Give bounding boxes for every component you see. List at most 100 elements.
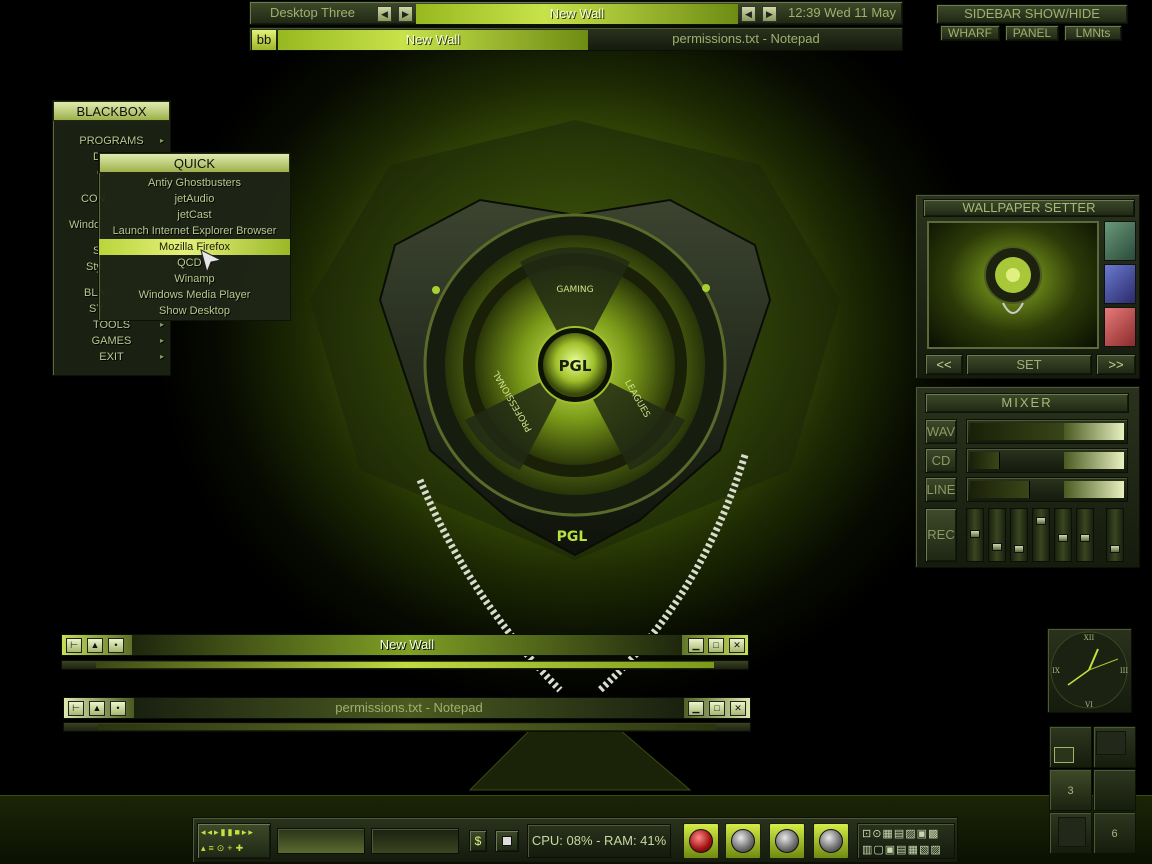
bb-button[interactable]: bb: [252, 30, 276, 50]
maximize-icon[interactable]: □: [709, 701, 725, 716]
workspace-label[interactable]: Desktop Three: [250, 2, 375, 26]
pager-desktop-2[interactable]: [1093, 726, 1136, 768]
workspace-next-button[interactable]: ▶: [398, 6, 413, 22]
quick-item-jetcast[interactable]: jetCast: [99, 207, 290, 223]
media-buttons-row1-icon[interactable]: ◂◂▸▮▮■▸▸: [201, 827, 255, 838]
sidebar-toggle-button[interactable]: SIDEBAR SHOW/HIDE: [936, 4, 1128, 24]
quick-item-jetaudio[interactable]: jetAudio: [99, 191, 290, 207]
window-label[interactable]: New Wall: [416, 4, 738, 24]
dollar-button[interactable]: $: [469, 830, 487, 852]
wallpaper-thumb-3[interactable]: [1104, 307, 1136, 347]
tray-icon-globe[interactable]: [813, 823, 849, 859]
quick-item-qcd[interactable]: QCD P: [99, 255, 290, 271]
wallpaper-thumb-2[interactable]: [1104, 264, 1136, 304]
menu-item-exit[interactable]: EXIT ▸: [53, 349, 170, 365]
pager-desktop-3[interactable]: 3: [1049, 769, 1092, 811]
rec-slider-1[interactable]: [966, 508, 984, 562]
sidebar-controls: SIDEBAR SHOW/HIDE WHARF PANEL LMNts: [936, 4, 1128, 42]
close-icon[interactable]: ✕: [730, 701, 746, 716]
analog-clock: XII III VI IX: [1047, 628, 1132, 713]
quick-item-antiy[interactable]: Antiy Ghostbusters: [99, 175, 290, 191]
window-handle[interactable]: [63, 722, 751, 732]
window-prev-button[interactable]: ◀: [741, 6, 756, 22]
rec-slider-knob[interactable]: [1058, 534, 1068, 542]
rec-slider-knob[interactable]: [970, 530, 980, 538]
window-next-button[interactable]: ▶: [762, 6, 777, 22]
tray-icons-row1-icon[interactable]: ⊡⊙▦▤▨▣▩: [862, 827, 939, 840]
emblem-top-label: GAMING: [556, 285, 593, 295]
pager-desktop-6[interactable]: 6: [1093, 812, 1136, 854]
wallpaper-prev-button[interactable]: <<: [925, 354, 963, 375]
task-button-active[interactable]: New Wall: [278, 30, 588, 50]
quick-item-winamp[interactable]: Winamp: [99, 271, 290, 287]
mixer-label-rec: REC: [925, 508, 957, 562]
submenu-arrow-icon: ▸: [159, 336, 164, 345]
media-buttons-row2-icon[interactable]: ▴≡⊙+✚: [201, 843, 246, 854]
window-sticky-icon[interactable]: •: [108, 638, 124, 653]
tray-icon-hdd[interactable]: [769, 823, 805, 859]
rec-slider-4[interactable]: [1032, 508, 1050, 562]
task-button-notepad[interactable]: permissions.txt - Notepad: [590, 28, 902, 52]
menu-item-games[interactable]: GAMES ▸: [53, 333, 170, 349]
tray-icon-drive[interactable]: [683, 823, 719, 859]
window-title: New Wall: [132, 635, 682, 655]
mixer-slider-wav[interactable]: [966, 419, 1128, 444]
wallpaper-set-button[interactable]: SET: [966, 354, 1092, 375]
wallpaper-next-button[interactable]: >>: [1096, 354, 1136, 375]
rec-slider-knob[interactable]: [1036, 517, 1046, 525]
mixer-label-cd: CD: [925, 448, 957, 473]
rec-slider-group: [964, 508, 1132, 562]
window-handle[interactable]: [61, 660, 749, 670]
mixer-slider-cd[interactable]: [966, 448, 1128, 473]
minimize-icon[interactable]: ▁: [688, 638, 704, 653]
lmnts-button[interactable]: LMNts: [1064, 25, 1122, 41]
window-shade-icon[interactable]: ▲: [87, 638, 103, 653]
hdd-icon: [775, 829, 799, 853]
rec-slider-knob[interactable]: [1014, 545, 1024, 553]
rec-slider-knob[interactable]: [992, 543, 1002, 551]
volume-display[interactable]: [277, 828, 365, 854]
disc-icon: [731, 829, 755, 853]
minimize-icon[interactable]: ▁: [688, 701, 704, 716]
display-button[interactable]: [495, 830, 519, 852]
rec-slider-3[interactable]: [1010, 508, 1028, 562]
workspace-prev-button[interactable]: ◀: [377, 6, 392, 22]
panel-button[interactable]: PANEL: [1005, 25, 1059, 41]
rec-slider-knob[interactable]: [1110, 545, 1120, 553]
wallpaper-preview[interactable]: [927, 221, 1099, 349]
pager-desktop-4[interactable]: [1093, 769, 1136, 811]
pager-desktop-5[interactable]: [1049, 812, 1092, 854]
window-sticky-icon[interactable]: •: [110, 701, 126, 716]
mixer-title: MIXER: [925, 393, 1129, 413]
window-shade-icon[interactable]: ▲: [89, 701, 105, 716]
bottom-bar: ◂◂▸▮▮■▸▸ ▴≡⊙+✚ $ CPU: 08% - RAM: 41% ⊡⊙▦…: [192, 817, 958, 863]
window-menu-icon[interactable]: ⊢: [66, 638, 82, 653]
quick-item-ie[interactable]: Launch Internet Explorer Browser: [99, 223, 290, 239]
wallpaper-thumb-1[interactable]: [1104, 221, 1136, 261]
display-icon: [502, 836, 512, 846]
tray-icon-disc[interactable]: [725, 823, 761, 859]
rec-slider-5[interactable]: [1054, 508, 1072, 562]
menu-item-programs[interactable]: PROGRAMS ▸: [53, 133, 170, 149]
drive-icon: [689, 829, 713, 853]
graph-display: [371, 828, 459, 854]
mixer-label-wav: WAV: [925, 419, 957, 444]
rec-slider-6[interactable]: [1076, 508, 1094, 562]
quick-item-show-desktop[interactable]: Show Desktop: [99, 303, 290, 319]
window-titlebar[interactable]: ⊢ ▲ • permissions.txt - Notepad ▁ □ ✕: [63, 697, 751, 719]
quick-item-firefox[interactable]: Mozilla Firefox: [99, 239, 290, 255]
system-tray: ⊡⊙▦▤▨▣▩ ▥▢▣▤▦▧▨: [857, 823, 955, 859]
rec-slider-7[interactable]: [1106, 508, 1124, 562]
maximize-icon[interactable]: □: [708, 638, 724, 653]
mixer-slider-line[interactable]: [966, 477, 1128, 502]
clock-numeral-9: IX: [1052, 667, 1060, 675]
close-icon[interactable]: ✕: [729, 638, 745, 653]
rec-slider-2[interactable]: [988, 508, 1006, 562]
pager-desktop-1[interactable]: [1049, 726, 1092, 768]
window-menu-icon[interactable]: ⊢: [68, 701, 84, 716]
wharf-button[interactable]: WHARF: [940, 25, 1000, 41]
quick-item-wmp[interactable]: Windows Media Player: [99, 287, 290, 303]
tray-icons-row2-icon[interactable]: ▥▢▣▤▦▧▨: [862, 843, 942, 856]
window-titlebar[interactable]: ⊢ ▲ • New Wall ▁ □ ✕: [61, 634, 749, 656]
rec-slider-knob[interactable]: [1080, 534, 1090, 542]
